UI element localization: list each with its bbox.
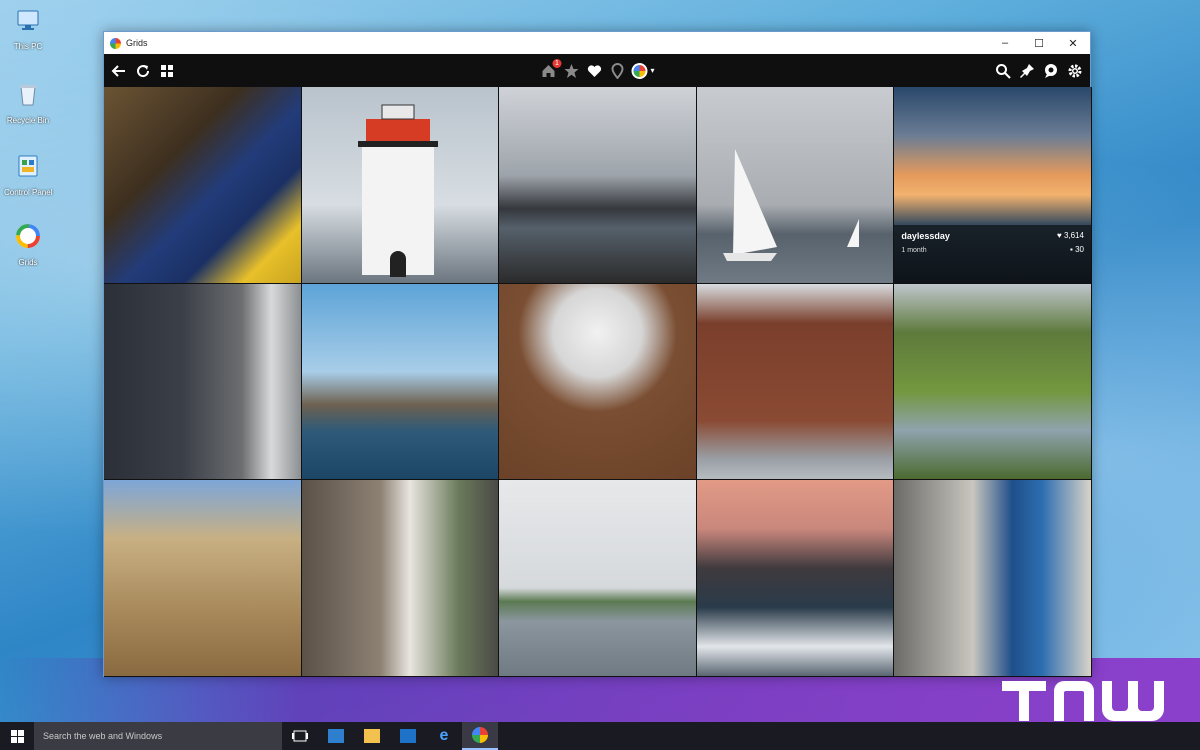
back-arrow-icon[interactable] [110, 62, 128, 80]
location-pin-icon[interactable] [608, 62, 626, 80]
store-icon[interactable] [318, 722, 354, 750]
profile-avatar[interactable] [631, 62, 648, 79]
desktop-icon-label: Grids [18, 258, 38, 267]
windows-taskbar: Search the web and Windows e [0, 722, 1200, 750]
desktop-icon-recycle-bin[interactable]: Recycle Bin [4, 80, 52, 125]
photo-tile-blue-umbrella[interactable] [894, 480, 1092, 677]
desktop-icon-grids[interactable]: Grids [4, 222, 52, 267]
likes-count: ♥ 3,614 [1056, 230, 1084, 240]
desktop-icon-label: This PC [13, 42, 43, 51]
comments-value: 30 [1075, 244, 1084, 254]
recycle-bin-icon [20, 85, 36, 106]
desktop-icon-this-pc[interactable]: This PC [4, 6, 52, 51]
photo-tile-alley-street[interactable] [301, 480, 500, 677]
file-explorer-icon[interactable] [354, 722, 390, 750]
computer-icon [17, 10, 39, 30]
window-title: Grids [126, 38, 148, 48]
photo-tile-feet-on-dock[interactable] [104, 87, 302, 284]
notification-badge: 1 [552, 58, 562, 68]
star-icon[interactable] [562, 62, 580, 80]
photo-grid: daylessday ♥ 3,614 1 month ▪ 30 [104, 87, 1092, 677]
maximize-button[interactable]: ☐ [1022, 32, 1056, 54]
grids-app-icon [16, 224, 40, 248]
taskbar-search-box[interactable]: Search the web and Windows [34, 722, 282, 750]
lighthouse-illustration [357, 104, 438, 277]
desktop-icon-label: Recycle Bin [6, 116, 50, 125]
windows-logo-icon [10, 729, 24, 743]
photo-tile-city-waterfront[interactable] [301, 283, 500, 481]
home-icon[interactable]: 1 [539, 58, 562, 80]
photo-age: 1 month [901, 246, 927, 254]
photo-tile-coast-wedding[interactable] [499, 87, 697, 284]
app-toolbar: 1 ▾ [104, 54, 1090, 87]
window-titlebar[interactable]: Grids – ☐ ✕ [104, 32, 1090, 54]
photo-tile-foggy-lake[interactable] [499, 480, 697, 677]
photo-tile-tall-grass-portrait[interactable] [104, 480, 302, 677]
start-button[interactable] [0, 722, 34, 750]
chevron-down-icon[interactable]: ▾ [650, 66, 654, 75]
desktop-icon-label: Control Panel [4, 188, 53, 197]
likes-value: 3,614 [1063, 230, 1084, 240]
close-button[interactable]: ✕ [1056, 32, 1090, 54]
mail-icon[interactable] [390, 722, 426, 750]
pin-icon[interactable] [1018, 62, 1036, 80]
photo-tile-hill-village[interactable] [894, 283, 1092, 481]
photo-tile-lighthouse[interactable] [301, 87, 500, 284]
sailboat-illustration [722, 149, 859, 261]
desktop-icon-control-panel[interactable]: Control Panel [4, 152, 52, 197]
settings-gear-icon[interactable] [1066, 62, 1084, 80]
grids-app-icon [472, 727, 488, 743]
grid-view-icon[interactable] [158, 62, 176, 80]
search-icon[interactable] [994, 62, 1012, 80]
photo-tile-cozy-room[interactable] [104, 283, 302, 481]
refresh-icon[interactable] [134, 62, 152, 80]
photo-tile-brick-building[interactable] [696, 283, 895, 481]
task-view-icon[interactable] [282, 722, 318, 750]
tnw-watermark-logo [1002, 681, 1164, 721]
grids-app-window: Grids – ☐ ✕ 1 ▾ daylessday ♥ 3,614 1 mon… [103, 31, 1092, 677]
heart-icon[interactable] [585, 62, 603, 80]
minimize-button[interactable]: – [988, 32, 1022, 54]
comments-count: ▪ 30 [1070, 244, 1084, 254]
grids-app-icon [110, 37, 121, 49]
photo-tile-marina-dusk[interactable] [696, 480, 895, 677]
control-panel-icon [18, 155, 38, 177]
edge-icon[interactable]: e [426, 722, 462, 750]
photo-tile-dress-wreath[interactable] [499, 283, 697, 481]
photo-tile-sunset-harbor[interactable]: daylessday ♥ 3,614 1 month ▪ 30 [894, 87, 1092, 284]
photo-tile-sailboats[interactable] [696, 87, 895, 284]
chat-icon[interactable] [1042, 62, 1060, 80]
photo-info-overlay: daylessday ♥ 3,614 1 month ▪ 30 [894, 224, 1091, 283]
grids-taskbar-icon[interactable] [462, 722, 498, 750]
